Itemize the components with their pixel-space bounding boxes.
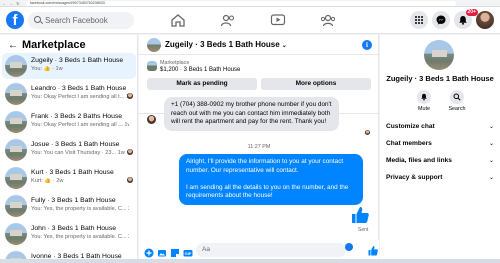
conversation-title: John · 3 Beds 1 Bath House xyxy=(31,225,117,232)
listing-thumbnail xyxy=(5,83,27,105)
emoji-icon[interactable] xyxy=(345,243,353,251)
os-taskbar xyxy=(0,259,500,263)
chevron-down-icon: ⌄ xyxy=(281,43,287,49)
conversation-item-josue[interactable]: Josue · 3 Beds 1 Bath House You: You can… xyxy=(2,137,136,163)
privacy-support-section[interactable]: Privacy & support ⌄ xyxy=(386,172,496,184)
conversation-preview: You: Okay Perfect I am sending all ... 1… xyxy=(31,122,129,128)
browser-toolbar: ← → ↻ facebook.com/messages/t/9073450763… xyxy=(0,0,500,14)
chat-title[interactable]: Zugeily · 3 Beds 1 Bath House ⌄ xyxy=(165,39,287,52)
customize-chat-section[interactable]: Customize chat ⌄ xyxy=(386,121,496,133)
mute-button[interactable]: Mute xyxy=(409,90,439,112)
conversation-title: Zugeily · 3 Beds 1 Bath House xyxy=(31,57,124,64)
chat-details-panel: Zugeily · 3 Beds 1 Bath House Mute Searc… xyxy=(380,35,500,263)
more-options-button[interactable]: More options xyxy=(261,78,371,90)
chat-header: Zugeily · 3 Beds 1 Bath House ⌄ i xyxy=(139,35,379,55)
mute-label: Mute xyxy=(418,106,430,112)
conversation-title: Fully · 3 Beds 1 Bath House xyxy=(31,197,116,204)
topbar-actions: 20+ xyxy=(410,9,494,30)
chevron-down-icon: ⌄ xyxy=(488,124,494,130)
conversation-item-frank[interactable]: Frank · 3 Beds 2 Baths House You: Okay P… xyxy=(2,109,136,135)
sent-status: Sent xyxy=(358,227,369,233)
conversation-preview: You: You can Visit Thursday · 23... 1w xyxy=(31,150,125,156)
listing-thumbnail xyxy=(5,139,27,161)
gif-icon[interactable]: GIF xyxy=(183,245,193,257)
message-input[interactable]: Aa xyxy=(196,243,346,257)
conversation-title: Leandro · 3 Beds 1 Bath House xyxy=(31,85,127,92)
sidebar-title: Marketplace xyxy=(22,39,86,51)
conversation-item-fully[interactable]: Fully · 3 Beds 1 Bath House You: Yes, th… xyxy=(2,193,136,219)
info-icon[interactable]: i xyxy=(362,40,372,50)
chat-members-section[interactable]: Chat members ⌄ xyxy=(386,138,496,150)
seen-avatar xyxy=(127,177,133,183)
watch-icon[interactable] xyxy=(270,13,286,27)
sticker-icon[interactable] xyxy=(170,245,180,257)
chat-panel: Zugeily · 3 Beds 1 Bath House ⌄ i Marketp… xyxy=(139,35,379,263)
menu-grid-button[interactable] xyxy=(410,11,428,29)
conversation-preview: You: 👍 · 1w xyxy=(31,66,63,72)
listing-thumbnail xyxy=(5,167,27,189)
search-icon xyxy=(453,93,461,101)
seen-avatar xyxy=(127,149,133,155)
conversation-title: Josue · 3 Beds 1 Bath House xyxy=(31,141,120,148)
like-send-icon[interactable] xyxy=(368,243,378,256)
plus-circle-icon[interactable] xyxy=(144,245,154,258)
outgoing-message: Alright, I'll provide the information to… xyxy=(179,154,363,205)
listing-price: $1,200 · 3 Beds 1 Bath House xyxy=(160,67,241,73)
conversation-preview: Kurt: 👍 · 2w xyxy=(31,178,64,184)
marketplace-label: Marketplace xyxy=(160,60,190,66)
chevron-down-icon: ⌄ xyxy=(488,141,494,147)
bell-icon xyxy=(421,93,427,101)
chevron-down-icon: ⌄ xyxy=(488,175,494,181)
photo-icon[interactable] xyxy=(157,245,167,257)
facebook-topbar: f Search Facebook 20+ xyxy=(0,7,500,34)
conversation-item-john[interactable]: John · 3 Beds 1 Bath House You: Yes, the… xyxy=(2,221,136,247)
listing-thumbnail xyxy=(147,61,157,71)
conversation-item-leandro[interactable]: Leandro · 3 Beds 1 Bath House You: Okay … xyxy=(2,81,136,107)
search-in-chat-button[interactable]: Search xyxy=(442,90,472,112)
listing-thumbnail xyxy=(5,111,27,133)
incoming-message: +1 (704) 388-0902 my brother phone numbe… xyxy=(164,97,339,131)
main-nav xyxy=(156,7,366,34)
seen-avatar xyxy=(127,93,133,99)
search-box[interactable]: Search Facebook xyxy=(28,12,134,29)
conversation-preview: You: Yes, the property is available. C..… xyxy=(31,206,129,212)
notifications-button[interactable]: 20+ xyxy=(454,9,478,29)
conversation-item-kurt[interactable]: Kurt · 3 Beds 1 Bath House Kurt: 👍 · 2w xyxy=(2,165,136,191)
sidebar-header: ← Marketplace xyxy=(8,38,86,52)
conversation-preview: You: Yes, the property is available. C..… xyxy=(31,234,129,240)
conversation-title: Kurt · 3 Beds 1 Bath House xyxy=(31,169,114,176)
search-icon xyxy=(34,16,41,23)
profile-avatar[interactable] xyxy=(476,11,494,29)
details-title: Zugeily · 3 Beds 1 Bath House xyxy=(386,74,494,83)
home-icon[interactable] xyxy=(170,13,186,27)
conversation-title: Frank · 3 Beds 2 Baths House xyxy=(31,113,123,120)
thumbs-up-message-icon xyxy=(350,205,370,225)
svg-text:GIF: GIF xyxy=(185,251,192,256)
listing-photo[interactable] xyxy=(424,40,454,70)
listing-thumbnail xyxy=(5,195,27,217)
address-bar[interactable]: facebook.com/messages/t/9073450763208933 xyxy=(26,1,456,6)
facebook-logo[interactable]: f xyxy=(6,11,24,29)
chevron-down-icon: ⌄ xyxy=(488,158,494,164)
sender-avatar xyxy=(147,115,156,124)
search-label: Search xyxy=(448,106,466,112)
search-input[interactable]: Search Facebook xyxy=(45,15,108,26)
browser-nav-buttons[interactable]: ← → ↻ xyxy=(2,1,21,6)
read-receipt-avatar xyxy=(365,130,370,135)
extensions-icon[interactable] xyxy=(482,1,496,14)
message-timestamp: 11:27 PM xyxy=(247,144,271,150)
conversation-preview: You: Okay Perfect I am sending all t... … xyxy=(31,94,129,100)
groups-icon[interactable] xyxy=(320,13,336,27)
conversation-sidebar: ← Marketplace Zugeily · 3 Beds 1 Bath Hou… xyxy=(0,35,138,263)
mark-as-pending-button[interactable]: Mark as pending xyxy=(147,78,257,90)
back-arrow-icon[interactable]: ← xyxy=(8,39,18,53)
conversation-item-zugeily[interactable]: Zugeily · 3 Beds 1 Bath House You: 👍 · 1… xyxy=(2,53,136,79)
listing-thumbnail xyxy=(5,55,27,77)
chat-avatar[interactable] xyxy=(147,38,161,52)
friends-icon[interactable] xyxy=(220,13,236,27)
media-files-links-section[interactable]: Media, files and links ⌄ xyxy=(386,155,496,167)
messenger-button[interactable] xyxy=(432,11,450,29)
listing-thumbnail xyxy=(5,223,27,245)
